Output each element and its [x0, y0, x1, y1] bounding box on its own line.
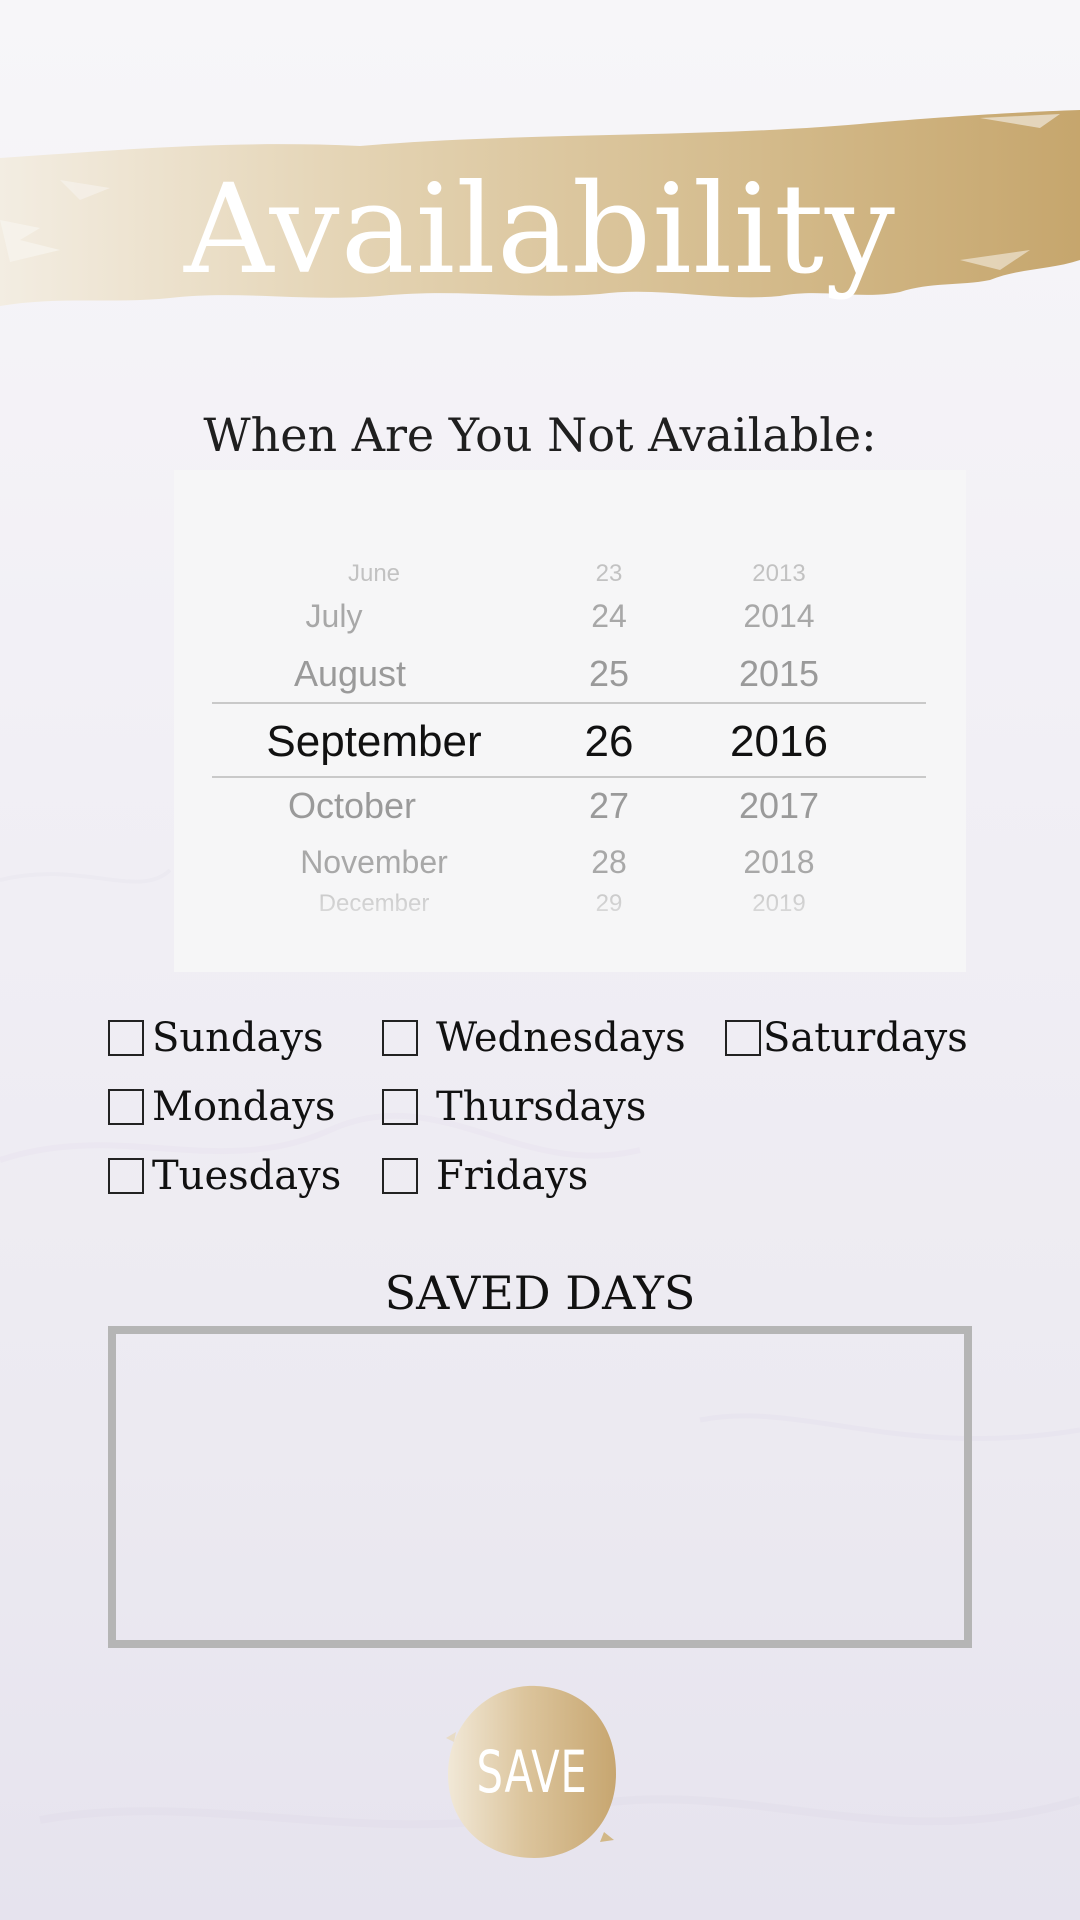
month-wheel[interactable]: June July August September October Novem…: [224, 470, 524, 972]
year-option[interactable]: 2014: [694, 600, 864, 632]
saved-days-title: SAVED DAYS: [384, 1266, 696, 1320]
saved-days-box: [108, 1326, 972, 1648]
checkbox-wednesdays[interactable]: Wednesdays: [382, 1014, 686, 1062]
checkbox-box[interactable]: [382, 1158, 418, 1194]
day-option[interactable]: 27: [549, 788, 669, 824]
checkbox-mondays[interactable]: Mondays: [108, 1083, 335, 1131]
month-option[interactable]: October: [202, 788, 502, 824]
checkbox-tuesdays[interactable]: Tuesdays: [108, 1152, 341, 1200]
month-option[interactable]: August: [200, 656, 500, 692]
checkbox-box[interactable]: [108, 1089, 144, 1125]
year-option[interactable]: 2013: [694, 562, 864, 586]
checkbox-label: Mondays: [152, 1084, 336, 1130]
save-label: SAVE: [476, 1738, 588, 1806]
checkbox-saturdays[interactable]: Saturdays: [725, 1014, 968, 1062]
checkbox-thursdays[interactable]: Thursdays: [382, 1083, 646, 1131]
checkbox-box[interactable]: [382, 1089, 418, 1125]
day-option[interactable]: 29: [549, 892, 669, 916]
selection-line-bottom: [212, 776, 926, 778]
checkbox-box[interactable]: [725, 1020, 761, 1056]
day-wheel[interactable]: 23 24 25 26 27 28 29: [549, 470, 669, 972]
month-option[interactable]: June: [224, 562, 524, 586]
checkbox-label: Wednesdays: [436, 1015, 686, 1061]
weekday-checkboxes: Sundays Mondays Tuesdays Wednesdays Thur…: [108, 1014, 988, 1234]
year-wheel[interactable]: 2013 2014 2015 2016 2017 2018 2019: [694, 470, 864, 972]
year-option[interactable]: 2019: [694, 892, 864, 916]
checkbox-label: Saturdays: [763, 1015, 968, 1061]
selected-day[interactable]: 26: [549, 720, 669, 764]
checkbox-box[interactable]: [108, 1020, 144, 1056]
checkbox-fridays[interactable]: Fridays: [382, 1152, 588, 1200]
year-option[interactable]: 2018: [694, 846, 864, 878]
day-option[interactable]: 24: [549, 600, 669, 632]
day-option[interactable]: 28: [549, 846, 669, 878]
checkbox-label: Tuesdays: [152, 1153, 342, 1199]
checkbox-label: Sundays: [152, 1015, 324, 1061]
save-button[interactable]: SAVE: [444, 1682, 620, 1862]
day-option[interactable]: 25: [549, 656, 669, 692]
availability-prompt: When Are You Not Available:: [203, 408, 877, 462]
checkbox-label: Fridays: [436, 1153, 589, 1199]
month-option[interactable]: December: [224, 892, 524, 916]
checkbox-sundays[interactable]: Sundays: [108, 1014, 324, 1062]
year-option[interactable]: 2017: [694, 788, 864, 824]
year-option[interactable]: 2015: [694, 656, 864, 692]
month-option[interactable]: November: [224, 846, 524, 878]
day-option[interactable]: 23: [549, 562, 669, 586]
checkbox-label: Thursdays: [436, 1084, 647, 1130]
page-title: Availability: [184, 158, 896, 302]
checkbox-box[interactable]: [382, 1020, 418, 1056]
selection-line-top: [212, 702, 926, 704]
selected-year[interactable]: 2016: [694, 720, 864, 764]
selected-month[interactable]: September: [224, 720, 524, 764]
date-picker[interactable]: June July August September October Novem…: [174, 470, 966, 972]
month-option[interactable]: July: [184, 600, 484, 632]
checkbox-box[interactable]: [108, 1158, 144, 1194]
